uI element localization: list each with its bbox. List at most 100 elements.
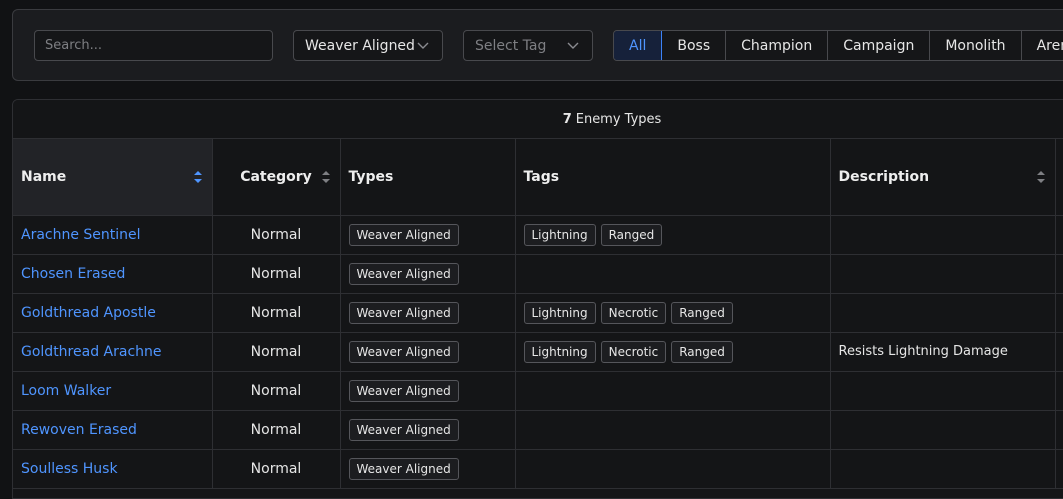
types-cell: Weaver Aligned — [340, 293, 516, 333]
category-filter-all[interactable]: All — [613, 31, 663, 60]
category-cell: Normal — [212, 332, 341, 372]
enemy-table-panel: 7 Enemy Types Name Category Types Tags D… — [12, 99, 1063, 499]
column-header-tags: Tags — [515, 139, 831, 216]
table-row: Goldthread Arachne Normal Weaver Aligned Li… — [13, 332, 1063, 372]
enemy-name-link[interactable]: Goldthread Apostle — [21, 305, 156, 321]
extra-cell — [1055, 215, 1063, 255]
result-count: 7 Enemy Types — [13, 100, 1063, 139]
tags-cell: Lightning Necrotic Ranged — [515, 332, 831, 372]
column-header-description[interactable]: Description — [830, 139, 1056, 216]
sort-icon — [321, 171, 330, 183]
tag-badge: Ranged — [671, 340, 733, 363]
extra-cell — [1055, 332, 1063, 372]
column-header-name-label: Name — [21, 168, 67, 185]
column-header-category[interactable]: Category — [212, 139, 341, 216]
enemy-name-link[interactable]: Arachne Sentinel — [21, 227, 141, 243]
description-cell: Resists Lightning Damage — [830, 332, 1056, 372]
sort-icon — [1036, 171, 1045, 183]
description-cell — [830, 410, 1056, 450]
tag-badge: Necrotic — [600, 301, 667, 324]
type-badge: Weaver Aligned — [348, 262, 459, 285]
search-input[interactable] — [34, 30, 273, 61]
column-header-extra — [1055, 139, 1063, 216]
types-cell: Weaver Aligned — [340, 332, 516, 372]
category-filter-group: AllBossChampionCampaignMonolithArena — [613, 30, 1063, 61]
tag-badge: Ranged — [671, 301, 733, 324]
type-badge: Weaver Aligned — [348, 223, 459, 246]
extra-cell — [1055, 254, 1063, 294]
filter-panel: Weaver Aligned Select Tag AllBossChampio… — [12, 9, 1063, 81]
category-filter-arena[interactable]: Arena — [1021, 31, 1063, 60]
category-filter-campaign[interactable]: Campaign — [828, 31, 931, 60]
description-cell — [830, 371, 1056, 411]
extra-cell — [1055, 410, 1063, 450]
tags-cell — [515, 449, 831, 489]
name-cell: Rewoven Erased — [13, 410, 213, 450]
result-count-label: Enemy Types — [575, 111, 662, 127]
column-header-description-label: Description — [838, 168, 930, 185]
enemy-name-link[interactable]: Rewoven Erased — [21, 422, 137, 438]
chevron-down-icon — [565, 38, 581, 54]
type-badge: Weaver Aligned — [348, 457, 459, 480]
column-header-tags-label: Tags — [523, 168, 560, 185]
sort-active-icon — [193, 171, 202, 183]
column-header-types-label: Types — [348, 168, 394, 185]
types-cell: Weaver Aligned — [340, 215, 516, 255]
chevron-down-icon — [415, 38, 431, 54]
type-badge: Weaver Aligned — [348, 340, 459, 363]
types-cell: Weaver Aligned — [340, 254, 516, 294]
description-cell — [830, 254, 1056, 294]
type-badge: Weaver Aligned — [348, 301, 459, 324]
type-select[interactable]: Weaver Aligned — [293, 30, 443, 61]
result-count-number: 7 — [562, 111, 572, 127]
type-select-value: Weaver Aligned — [305, 37, 415, 54]
tag-badge: Ranged — [600, 223, 663, 246]
tag-badge: Lightning — [523, 301, 596, 324]
table-row: Soulless Husk Normal Weaver Aligned — [13, 449, 1063, 489]
category-cell: Normal — [212, 254, 341, 294]
category-filter-monolith[interactable]: Monolith — [930, 31, 1022, 60]
enemy-name-link[interactable]: Soulless Husk — [21, 461, 118, 477]
types-cell: Weaver Aligned — [340, 371, 516, 411]
extra-cell — [1055, 293, 1063, 333]
tags-cell — [515, 410, 831, 450]
category-filter-boss[interactable]: Boss — [662, 31, 727, 60]
column-header-category-label: Category — [240, 168, 312, 185]
description-cell — [830, 449, 1056, 489]
extra-cell — [1055, 449, 1063, 489]
tag-badge: Lightning — [523, 223, 596, 246]
category-cell: Normal — [212, 371, 341, 411]
types-cell: Weaver Aligned — [340, 410, 516, 450]
name-cell: Arachne Sentinel — [13, 215, 213, 255]
category-cell: Normal — [212, 215, 341, 255]
tags-cell: Lightning Ranged — [515, 215, 831, 255]
category-cell: Normal — [212, 293, 341, 333]
table-row: Loom Walker Normal Weaver Aligned — [13, 371, 1063, 411]
tag-select-placeholder: Select Tag — [475, 37, 547, 54]
type-badge: Weaver Aligned — [348, 379, 459, 402]
types-cell: Weaver Aligned — [340, 449, 516, 489]
category-filter-champion[interactable]: Champion — [726, 31, 829, 60]
type-badge: Weaver Aligned — [348, 418, 459, 441]
tag-badge: Necrotic — [600, 340, 667, 363]
name-cell: Soulless Husk — [13, 449, 213, 489]
name-cell: Loom Walker — [13, 371, 213, 411]
enemy-name-link[interactable]: Goldthread Arachne — [21, 344, 162, 360]
description-cell — [830, 293, 1056, 333]
tag-badge: Lightning — [523, 340, 596, 363]
tags-cell — [515, 371, 831, 411]
enemy-table: Name Category Types Tags Description Ara… — [13, 139, 1063, 489]
enemy-name-link[interactable]: Loom Walker — [21, 383, 111, 399]
extra-cell — [1055, 371, 1063, 411]
enemy-name-link[interactable]: Chosen Erased — [21, 266, 125, 282]
table-row: Rewoven Erased Normal Weaver Aligned — [13, 410, 1063, 450]
name-cell: Goldthread Apostle — [13, 293, 213, 333]
name-cell: Chosen Erased — [13, 254, 213, 294]
column-header-types: Types — [340, 139, 516, 216]
tag-select[interactable]: Select Tag — [463, 30, 593, 61]
table-row: Chosen Erased Normal Weaver Aligned — [13, 254, 1063, 294]
category-cell: Normal — [212, 449, 341, 489]
name-cell: Goldthread Arachne — [13, 332, 213, 372]
column-header-name[interactable]: Name — [13, 139, 213, 216]
description-cell — [830, 215, 1056, 255]
